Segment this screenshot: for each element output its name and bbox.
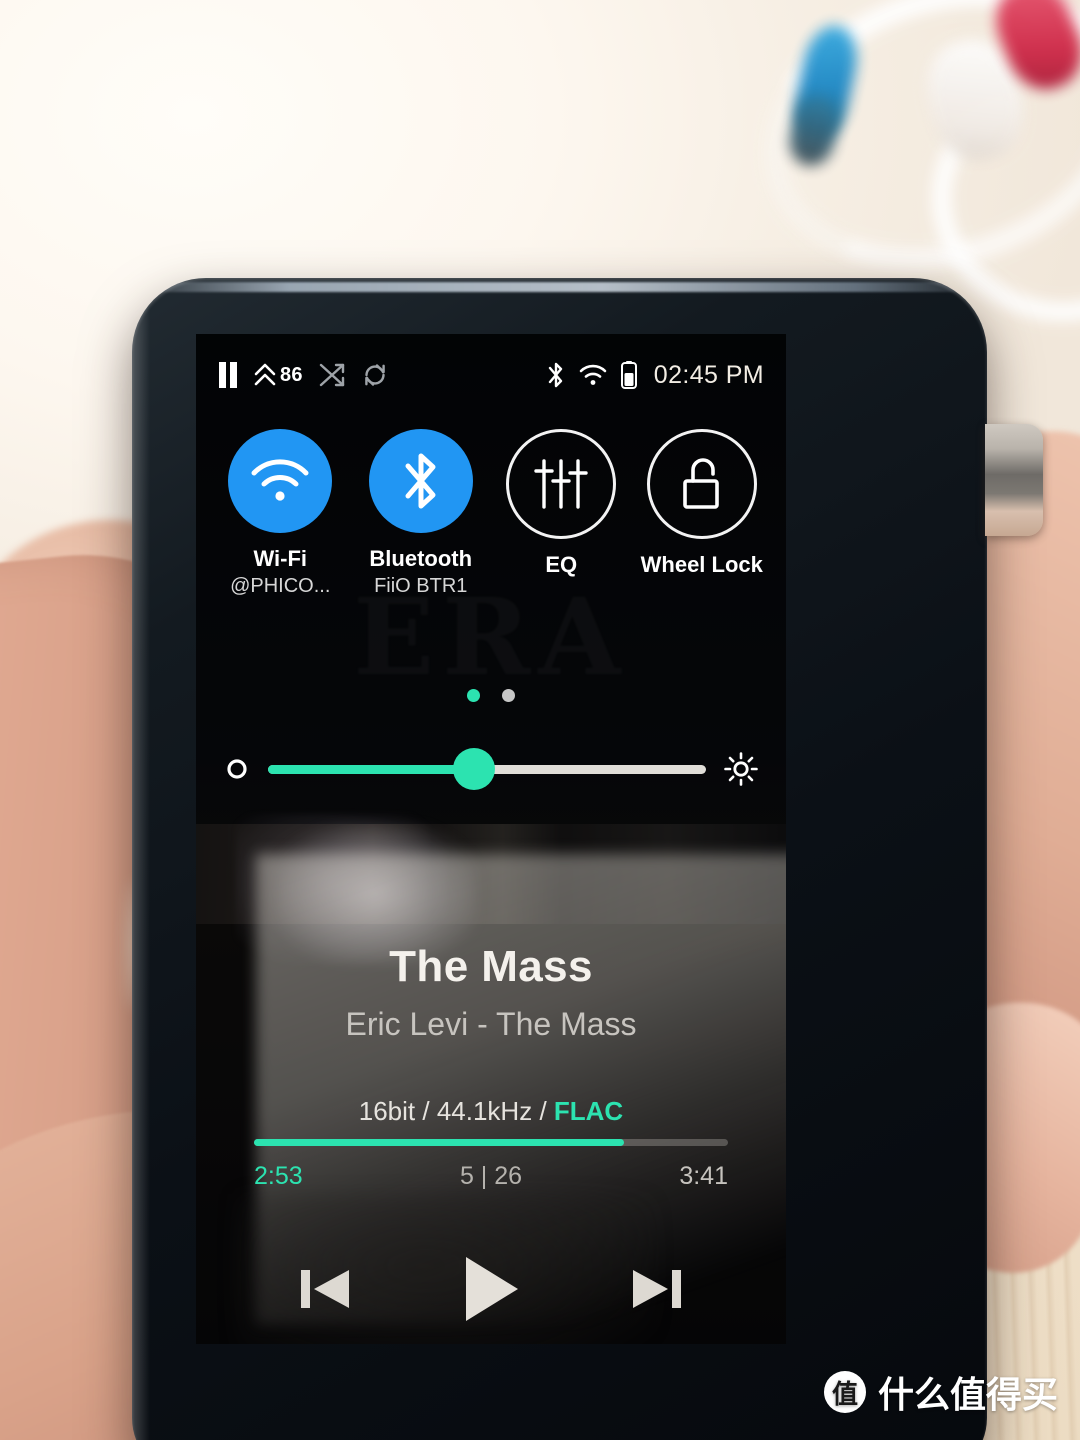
track-title: The Mass xyxy=(389,942,593,991)
photo-scene: ERA 86 02:45 PM Wi-Fi @PHICO... Bluetoot… xyxy=(0,0,1080,1440)
toggle-wheel-lock-circle[interactable] xyxy=(646,429,757,539)
track-position: 5 | 26 xyxy=(459,1162,523,1190)
battery-icon xyxy=(620,360,638,390)
status-bar-clock: 02:45 PM xyxy=(653,360,764,389)
status-bar: 86 02:45 PM xyxy=(196,352,786,398)
device-left-edge-highlight xyxy=(132,278,150,1440)
toggle-wifi[interactable]: Wi-Fi @PHICO... xyxy=(218,429,342,597)
elapsed-time: 2:53 xyxy=(254,1162,303,1190)
volume-wheel[interactable] xyxy=(985,424,1043,536)
previous-track-button[interactable] xyxy=(295,1260,357,1318)
unlock-icon xyxy=(676,454,728,514)
smzdm-logo-badge: 值 xyxy=(823,1371,866,1413)
toggle-wifi-sublabel: @PHICO... xyxy=(230,574,331,597)
toggle-bluetooth[interactable]: Bluetooth FiiO BTR1 xyxy=(359,429,483,597)
track-artist-album: Eric Levi - The Mass xyxy=(345,1006,637,1042)
smzdm-watermark: 值 什么值得买 xyxy=(823,1366,1058,1418)
device-top-glass-highlight xyxy=(138,282,981,292)
toggle-bluetooth-circle[interactable] xyxy=(368,429,473,533)
format-separator-2: / xyxy=(532,1096,554,1126)
shuffle-icon[interactable] xyxy=(318,361,346,389)
playback-progress-fill xyxy=(254,1139,624,1146)
toggle-wifi-circle[interactable] xyxy=(228,429,333,533)
wifi-icon xyxy=(578,362,608,388)
brightness-low-icon xyxy=(224,756,250,782)
volume-indicator: 86 xyxy=(253,362,303,388)
play-button[interactable] xyxy=(456,1252,526,1326)
bluetooth-icon xyxy=(399,448,443,514)
transport-controls xyxy=(196,1234,786,1344)
repeat-icon[interactable] xyxy=(361,361,389,389)
toggle-wheel-lock-label: Wheel Lock xyxy=(640,552,763,577)
toggle-eq-circle[interactable] xyxy=(506,429,617,539)
audio-format-info: 16bit / 44.1kHz / FLAC xyxy=(196,1096,786,1127)
next-track-button[interactable] xyxy=(625,1260,687,1318)
volume-level-value: 86 xyxy=(280,363,303,386)
brightness-slider-fill xyxy=(268,764,474,774)
format-samplerate: 44.1kHz xyxy=(436,1096,533,1126)
panel-page-dots[interactable] xyxy=(196,689,786,702)
volume-chevron-up-icon xyxy=(253,362,277,388)
toggle-eq[interactable]: EQ xyxy=(499,429,623,597)
wifi-icon xyxy=(249,456,311,506)
brightness-slider[interactable] xyxy=(268,748,706,790)
format-bitdepth: 16bit xyxy=(358,1096,416,1126)
toggle-wifi-label: Wi-Fi xyxy=(253,546,308,571)
toggle-bluetooth-sublabel: FiiO BTR1 xyxy=(374,574,468,597)
total-duration: 3:41 xyxy=(679,1162,728,1190)
quick-settings-toggles: Wi-Fi @PHICO... Bluetooth FiiO BTR1 EQ W… xyxy=(196,429,786,597)
page-dot-2[interactable] xyxy=(502,689,515,702)
pause-icon xyxy=(218,362,238,388)
format-codec: FLAC xyxy=(553,1096,624,1126)
playback-time-row: 2:53 5 | 26 3:41 xyxy=(254,1162,728,1191)
toggle-eq-label: EQ xyxy=(545,552,578,577)
brightness-high-icon xyxy=(724,752,758,786)
smzdm-watermark-text: 什么值得买 xyxy=(877,1375,1058,1416)
bluetooth-icon xyxy=(546,360,566,390)
equalizer-icon xyxy=(532,455,590,513)
format-separator-1: / xyxy=(415,1096,437,1126)
status-bar-left-group: 86 xyxy=(218,361,389,389)
status-bar-right-group: 02:45 PM xyxy=(546,360,764,390)
brightness-slider-knob[interactable] xyxy=(452,748,495,790)
toggle-wheel-lock[interactable]: Wheel Lock xyxy=(640,429,764,597)
device-screen[interactable]: ERA 86 02:45 PM Wi-Fi @PHICO... Bluetoot… xyxy=(196,334,786,1344)
toggle-bluetooth-label: Bluetooth xyxy=(369,546,473,571)
playback-progress-bar[interactable] xyxy=(254,1139,728,1146)
page-dot-1[interactable] xyxy=(467,689,480,702)
brightness-slider-row[interactable] xyxy=(196,739,786,799)
